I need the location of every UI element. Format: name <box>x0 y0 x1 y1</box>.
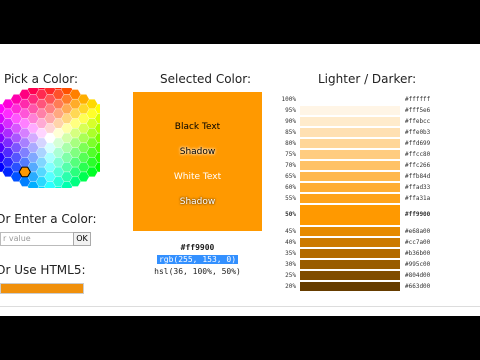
shade-swatch[interactable] <box>300 117 400 126</box>
shade-hex: #ff9900 <box>405 211 431 218</box>
shade-percent: 35% <box>285 249 296 257</box>
shade-hex: #663d00 <box>405 282 431 290</box>
shade-swatch[interactable] <box>300 106 400 115</box>
shade-hex: #ffb84d <box>405 172 431 180</box>
shade-swatch[interactable] <box>300 139 400 148</box>
shade-hex: #ffffff <box>405 95 431 103</box>
shade-percent: 65% <box>285 172 296 180</box>
shade-hex: #e68a00 <box>405 227 431 235</box>
color-input[interactable]: r value <box>0 232 76 246</box>
shade-swatch[interactable] <box>300 194 400 203</box>
shade-percent: 90% <box>285 117 296 125</box>
shade-percent: 80% <box>285 139 296 147</box>
shade-percent: 45% <box>285 227 296 235</box>
shade-hex: #ffd699 <box>405 139 431 147</box>
html5-color-input[interactable] <box>0 283 84 294</box>
shade-hex: #804d00 <box>405 271 431 279</box>
shade-swatch[interactable] <box>300 260 400 269</box>
rgb-value: rgb(255, 153, 0) <box>156 255 239 264</box>
shade-percent: 70% <box>285 161 296 169</box>
bottom-banner <box>0 306 480 316</box>
shade-hex: #b36b00 <box>405 249 431 257</box>
browser-viewport: Pick a Color: Or Enter a Color: r value … <box>0 44 480 316</box>
shade-percent: 25% <box>285 271 296 279</box>
black-text-sample: Black Text <box>174 122 221 132</box>
white-text-sample: White Text <box>173 172 222 182</box>
shade-swatch[interactable] <box>300 161 400 170</box>
shade-swatch[interactable] <box>300 282 400 291</box>
pick-color-heading: Pick a Color: <box>4 72 78 86</box>
shade-hex: #ffad33 <box>405 183 431 191</box>
selected-color-heading: Selected Color: <box>160 72 251 86</box>
shade-hex: #ffe0b3 <box>405 128 431 136</box>
shade-swatch[interactable] <box>300 95 400 104</box>
shade-percent: 60% <box>285 183 296 191</box>
html5-heading: Or Use HTML5: <box>0 263 86 277</box>
selected-hex-cell[interactable] <box>18 166 31 178</box>
shade-hex: #fff5e6 <box>405 106 431 114</box>
shade-swatch[interactable] <box>300 183 400 192</box>
black-shadow-sample: Shadow <box>179 147 216 157</box>
shade-hex: #ffebcc <box>405 117 431 125</box>
shade-swatch[interactable] <box>300 238 400 247</box>
shade-percent: 50% <box>285 211 296 218</box>
side-ad-panel <box>462 44 480 316</box>
shade-swatch[interactable] <box>300 172 400 181</box>
shade-percent: 95% <box>285 106 296 114</box>
shade-swatch[interactable] <box>300 227 400 236</box>
white-shadow-sample: Shadow <box>179 197 216 207</box>
shade-hex: #ffa31a <box>405 194 431 202</box>
shade-hex: #ffcc80 <box>405 150 431 158</box>
shade-percent: 100% <box>281 95 296 103</box>
shade-swatch[interactable] <box>300 249 400 258</box>
shade-hex: #cc7a00 <box>405 238 431 246</box>
shade-percent: 30% <box>285 260 296 268</box>
selected-color-swatch: Black Text Shadow White Text Shadow <box>133 92 262 231</box>
shade-swatch[interactable] <box>300 150 400 159</box>
shade-swatch[interactable] <box>300 271 400 280</box>
rgb-value-row: rgb(255, 153, 0) <box>133 255 262 264</box>
shade-percent: 85% <box>285 128 296 136</box>
shade-percent: 75% <box>285 150 296 158</box>
ok-button[interactable]: OK <box>73 232 91 246</box>
shade-percent: 40% <box>285 238 296 246</box>
shade-swatch[interactable] <box>300 205 400 225</box>
hex-value: #ff9900 <box>180 243 215 252</box>
shade-percent: 55% <box>285 194 296 202</box>
shade-hex: #995c00 <box>405 260 431 268</box>
lighter-darker-heading: Lighter / Darker: <box>318 72 417 86</box>
shade-hex: #ffc266 <box>405 161 431 169</box>
enter-color-heading: Or Enter a Color: <box>0 212 97 226</box>
shade-swatch[interactable] <box>300 128 400 137</box>
shade-percent: 20% <box>285 282 296 290</box>
color-hex-map[interactable] <box>0 88 100 188</box>
hsl-value: hsl(36, 100%, 50%) <box>154 267 241 276</box>
